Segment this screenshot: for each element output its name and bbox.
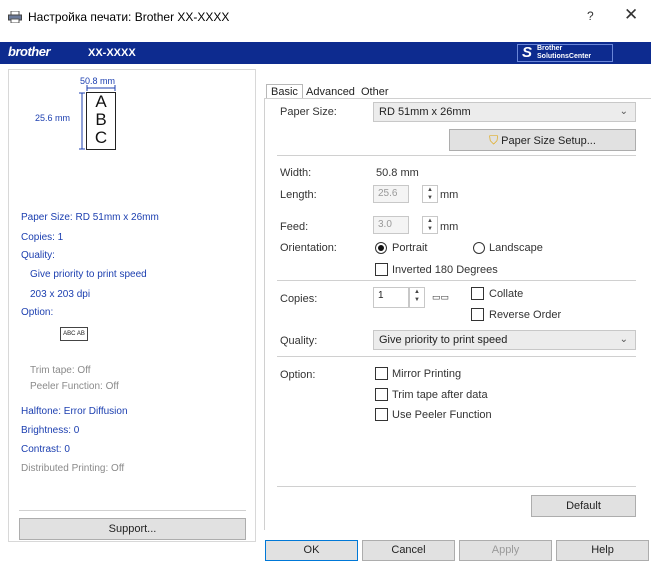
paper-size-setup-label: Paper Size Setup... — [501, 135, 596, 147]
trim-tape-checkbox[interactable] — [375, 388, 388, 401]
summary-quality-value: Give priority to print speed — [30, 269, 147, 280]
paper-size-label: Paper Size: — [280, 106, 337, 118]
divider — [277, 155, 636, 156]
width-value: 50.8 mm — [376, 167, 419, 179]
use-peeler-label: Use Peeler Function — [392, 409, 492, 421]
summary-brightness: Brightness: 0 — [21, 425, 80, 436]
summary-trim-tape: Trim tape: Off — [30, 365, 91, 376]
basic-tab-panel — [264, 98, 651, 530]
summary-dpi: 203 x 203 dpi — [30, 289, 91, 300]
support-button[interactable]: Support... — [19, 518, 246, 540]
divider — [277, 280, 636, 281]
quality-value: Give priority to print speed — [379, 334, 508, 346]
brother-logo: brother — [8, 44, 51, 59]
default-button[interactable]: Default — [531, 495, 636, 517]
preview-letter-b: B — [95, 110, 107, 129]
feed-unit: mm — [440, 221, 459, 233]
quality-label: Quality: — [280, 335, 318, 347]
quality-select[interactable]: Give priority to print speed ⌄ — [373, 330, 636, 350]
copies-spinner[interactable]: ▲ ▼ — [409, 287, 425, 308]
length-unit: mm — [440, 189, 459, 201]
summary-quality: Quality: — [21, 250, 55, 261]
chevron-down-icon: ⌄ — [619, 334, 628, 345]
length-input[interactable]: 25.6 — [373, 185, 409, 203]
reverse-order-checkbox[interactable] — [471, 308, 484, 321]
close-icon[interactable]: ✕ — [624, 5, 638, 25]
shield-icon: ⛉ — [489, 133, 499, 147]
ok-button[interactable]: OK — [265, 540, 358, 561]
copies-input[interactable]: 1 — [373, 287, 409, 308]
help-button[interactable]: Help — [556, 540, 649, 561]
summary-paper-size: Paper Size: RD 51mm x 26mm — [21, 212, 159, 223]
summary-halftone: Halftone: Error Diffusion — [21, 406, 128, 417]
mirror-printing-checkbox[interactable] — [375, 367, 388, 380]
summary-contrast: Contrast: 0 — [21, 444, 70, 455]
mirror-printing-label: Mirror Printing — [392, 368, 462, 380]
solutions-center-icon: S — [522, 44, 533, 61]
collate-icon: ▭▭ — [432, 292, 450, 302]
paper-size-select[interactable]: RD 51mm x 26mm ⌄ — [373, 102, 636, 122]
tab-other[interactable]: Other — [361, 86, 389, 98]
length-spinner[interactable]: ▲ ▼ — [422, 185, 438, 203]
feed-label: Feed: — [280, 221, 309, 233]
option-label-icon: ABC AB — [60, 327, 88, 341]
length-label: Length: — [280, 189, 317, 201]
printer-model: XX-XXXX — [88, 47, 136, 59]
window-title: Настройка печати: Brother XX-XXXX — [28, 10, 230, 24]
printer-icon — [8, 11, 22, 23]
paper-size-setup-button[interactable]: ⛉ Paper Size Setup... — [449, 129, 636, 151]
tab-advanced[interactable]: Advanced — [306, 86, 355, 98]
inverted-checkbox[interactable] — [375, 263, 388, 276]
summary-copies: Copies: 1 — [21, 232, 64, 243]
divider — [277, 356, 636, 357]
reverse-order-label: Reverse Order — [489, 309, 562, 321]
orientation-label: Orientation: — [280, 242, 337, 254]
preview-height-label: 25.6 mm — [35, 113, 71, 123]
feed-spinner[interactable]: ▲ ▼ — [422, 216, 438, 234]
summary-distributed: Distributed Printing: Off — [21, 463, 125, 474]
feed-input[interactable]: 3.0 — [373, 216, 409, 234]
apply-button[interactable]: Apply — [459, 540, 552, 561]
divider — [277, 486, 636, 487]
trim-tape-label: Trim tape after data — [392, 389, 488, 401]
inverted-label: Inverted 180 Degrees — [392, 264, 498, 276]
landscape-label: Landscape — [489, 242, 543, 254]
chevron-down-icon: ⌄ — [619, 106, 628, 117]
portrait-label: Portrait — [392, 242, 428, 254]
width-dimension-line — [86, 85, 116, 91]
width-label: Width: — [280, 167, 312, 179]
collate-checkbox[interactable] — [471, 287, 484, 300]
paper-size-value: RD 51mm x 26mm — [379, 106, 471, 118]
solutions-center-line1: Brother — [537, 45, 563, 52]
collate-label: Collate — [489, 288, 524, 300]
summary-peeler: Peeler Function: Off — [30, 381, 119, 392]
option-label: Option: — [280, 369, 316, 381]
summary-option: Option: — [21, 307, 54, 318]
cancel-button[interactable]: Cancel — [362, 540, 455, 561]
preview-letter-a: A — [95, 92, 107, 111]
divider — [19, 510, 246, 511]
copies-label: Copies: — [280, 293, 318, 305]
solutions-center-line2: SolutionsCenter — [537, 53, 592, 60]
tab-basic[interactable]: Basic — [266, 84, 303, 99]
landscape-radio[interactable] — [473, 242, 485, 254]
use-peeler-checkbox[interactable] — [375, 408, 388, 421]
preview-letter-c: C — [94, 128, 108, 147]
portrait-radio[interactable] — [375, 242, 387, 254]
height-dimension-line — [79, 92, 85, 150]
help-icon[interactable]: ? — [587, 9, 594, 23]
label-preview: A B C — [86, 92, 116, 150]
